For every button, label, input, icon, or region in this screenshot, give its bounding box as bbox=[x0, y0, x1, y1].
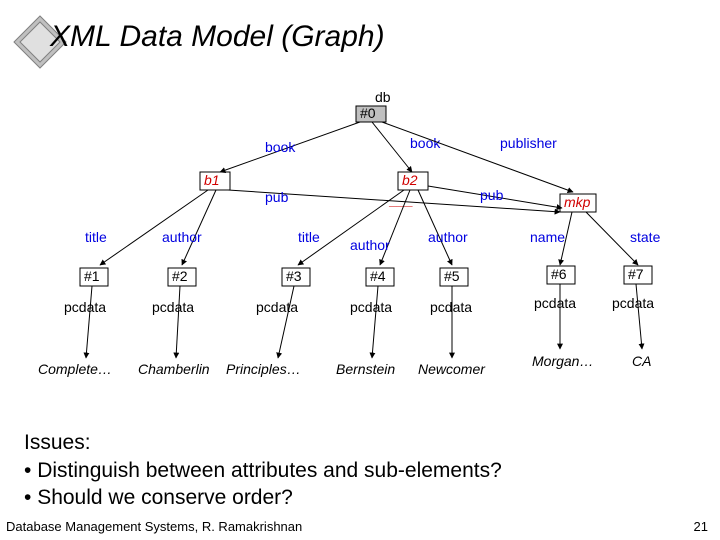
page-title: XML Data Model (Graph) bbox=[50, 20, 385, 54]
edge-pc-3 bbox=[278, 286, 294, 358]
label-pcdata-3: pcdata bbox=[256, 299, 298, 315]
label-n5: #5 bbox=[444, 268, 460, 284]
edge-label-name: name bbox=[530, 229, 565, 245]
label-mkp: mkp bbox=[564, 194, 591, 210]
edge-label-book1: book bbox=[265, 139, 296, 155]
edge-label-book2: book bbox=[410, 135, 441, 151]
edge-label-title1: title bbox=[85, 229, 107, 245]
edge-label-title2: title bbox=[298, 229, 320, 245]
label-b1: b1 bbox=[204, 172, 220, 188]
label-n3: #3 bbox=[286, 268, 302, 284]
label-pcdata-4: pcdata bbox=[350, 299, 392, 315]
edge-pc-7 bbox=[636, 284, 642, 349]
edge-pc-1 bbox=[86, 286, 92, 358]
edge-pc-4 bbox=[372, 286, 378, 358]
edge-root-b2 bbox=[372, 122, 412, 172]
label-n2: #2 bbox=[172, 268, 188, 284]
leaf-chamberlin: Chamberlin bbox=[138, 361, 210, 377]
issues-bullet-2: • Should we conserve order? bbox=[24, 485, 502, 511]
leaf-morgan: Morgan… bbox=[532, 353, 593, 369]
page-number: 21 bbox=[694, 519, 708, 534]
edge-b1-title bbox=[100, 190, 208, 265]
label-b2-underline: ___ bbox=[388, 192, 413, 208]
edge-label-pub-b2: pub bbox=[480, 187, 504, 203]
issues-block: Issues: • Distinguish between attributes… bbox=[24, 430, 502, 511]
edge-label-publisher: publisher bbox=[500, 135, 557, 151]
edge-label-state: state bbox=[630, 229, 661, 245]
leaf-bernstein: Bernstein bbox=[336, 361, 395, 377]
edge-b1-author bbox=[182, 190, 216, 265]
issues-b1-text: Distinguish between attributes and sub-e… bbox=[37, 459, 502, 482]
label-pcdata-1: pcdata bbox=[64, 299, 106, 315]
leaf-ca: CA bbox=[632, 353, 651, 369]
edge-label-author1: author bbox=[162, 229, 202, 245]
label-n6: #6 bbox=[551, 266, 567, 282]
leaf-principles: Principles… bbox=[226, 361, 301, 377]
edge-pc-2 bbox=[176, 286, 180, 358]
edge-label-author2a: author bbox=[350, 237, 390, 253]
label-pcdata-6: pcdata bbox=[534, 295, 576, 311]
footer-text: Database Management Systems, R. Ramakris… bbox=[6, 519, 302, 534]
issues-heading: Issues: bbox=[24, 430, 502, 456]
label-n1: #1 bbox=[84, 268, 100, 284]
leaf-complete: Complete… bbox=[38, 361, 112, 377]
label-b2: b2 bbox=[402, 172, 418, 188]
edge-label-pub-b1: pub bbox=[265, 189, 289, 205]
leaf-newcomer: Newcomer bbox=[418, 361, 486, 377]
label-pcdata-2: pcdata bbox=[152, 299, 194, 315]
xml-tree-diagram: db #0 book book publisher b1 b2 ___ pub … bbox=[20, 90, 700, 420]
label-n4: #4 bbox=[370, 268, 386, 284]
edge-b2-author2 bbox=[418, 190, 452, 265]
label-pcdata-7: pcdata bbox=[612, 295, 654, 311]
edge-label-author2b: author bbox=[428, 229, 468, 245]
label-db: db bbox=[375, 90, 391, 105]
edge-b2-title bbox=[298, 190, 404, 265]
label-root-id: #0 bbox=[360, 105, 376, 121]
label-n7: #7 bbox=[628, 266, 644, 282]
label-pcdata-5: pcdata bbox=[430, 299, 472, 315]
issues-b2-text: Should we conserve order? bbox=[37, 486, 293, 509]
issues-bullet-1: • Distinguish between attributes and sub… bbox=[24, 458, 502, 484]
